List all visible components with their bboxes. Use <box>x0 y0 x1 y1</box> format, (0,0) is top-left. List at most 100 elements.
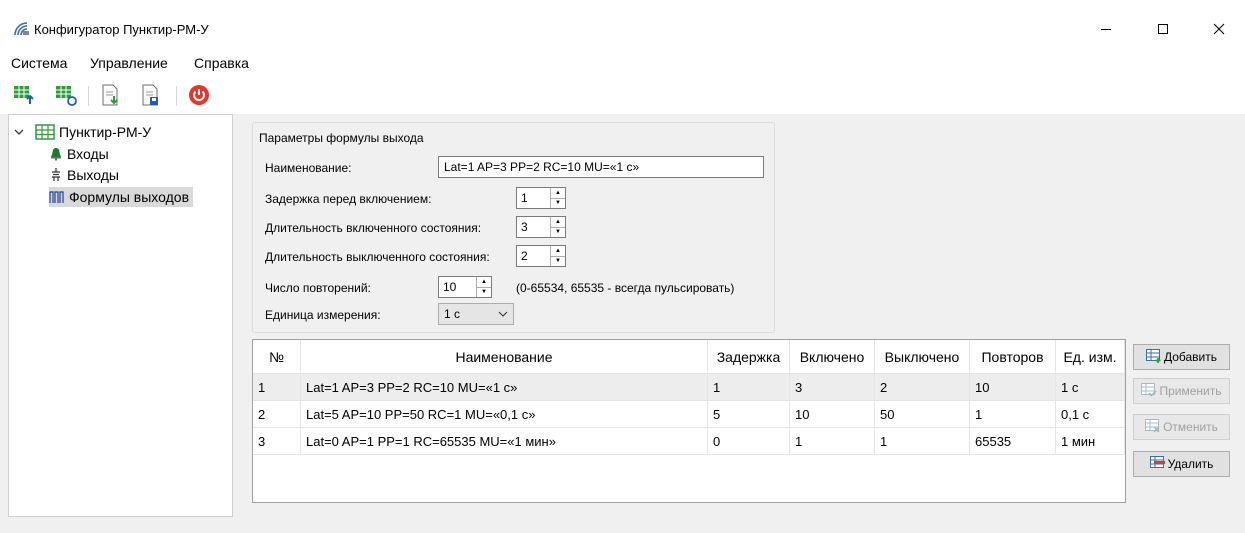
minimize-button[interactable] <box>1083 12 1129 46</box>
apply-button-label: Применить <box>1159 384 1222 398</box>
off-duration-label: Длительность выключенного состояния: <box>265 250 490 264</box>
column-header[interactable]: Ед. изм. <box>1056 340 1125 374</box>
spin-up-icon[interactable]: ▲ <box>477 277 491 287</box>
repeat-value: 10 <box>443 280 457 294</box>
spin-up-icon[interactable]: ▲ <box>551 246 565 256</box>
table-cell[interactable]: 10 <box>970 374 1056 401</box>
name-input[interactable]: Lat=1 AP=3 PP=2 RC=10 MU=«1 с» <box>438 156 764 178</box>
table-cell[interactable]: 65535 <box>970 428 1056 455</box>
power-button[interactable] <box>187 83 211 107</box>
apply-row-icon <box>1141 382 1158 400</box>
delay-label: Задержка перед включением: <box>265 192 432 206</box>
upload-device-button[interactable] <box>12 83 36 107</box>
formulas-table: № Наименование Задержка Включено Выключе… <box>252 339 1126 503</box>
read-device-icon <box>56 86 77 106</box>
spin-up-icon[interactable]: ▲ <box>551 217 565 227</box>
group-title: Параметры формулы выхода <box>259 131 424 145</box>
relay-output-icon <box>49 168 63 182</box>
add-button[interactable]: Добавить <box>1133 344 1230 370</box>
window-title: Конфигуратор Пунктир-РМ-У <box>34 22 209 37</box>
toolbar-separator <box>176 86 177 106</box>
menu-system[interactable]: Система <box>11 55 67 71</box>
unit-select[interactable]: 1 с <box>438 303 514 325</box>
table-cell[interactable]: 3 <box>790 374 875 401</box>
off-duration-value: 2 <box>521 249 528 263</box>
title-bar: Конфигуратор Пунктир-РМ-У <box>0 0 1245 48</box>
apply-button[interactable]: Применить <box>1133 378 1230 404</box>
close-icon <box>1213 23 1225 35</box>
table-cell[interactable]: 0 <box>708 428 790 455</box>
menu-help[interactable]: Справка <box>194 55 249 71</box>
table-cell[interactable]: Lat=1 AP=3 PP=2 RC=10 MU=«1 с» <box>301 374 708 401</box>
repeat-spinbox[interactable]: 10 ▲ ▼ <box>438 276 492 298</box>
column-header[interactable]: Повторов <box>970 340 1056 374</box>
table-cell[interactable]: 5 <box>708 401 790 428</box>
table-cell[interactable]: Lat=0 AP=1 PP=1 RC=65535 MU=«1 мин» <box>301 428 708 455</box>
maximize-button[interactable] <box>1140 12 1186 46</box>
bell-icon <box>49 147 63 161</box>
table-cell[interactable]: 3 <box>253 428 301 455</box>
close-button[interactable] <box>1196 12 1242 46</box>
column-header[interactable]: № <box>253 340 301 374</box>
toolbar <box>0 78 1245 114</box>
save-file-button[interactable] <box>138 83 162 107</box>
device-tree: Пунктир-РМ-У Входы Выходы Формулы выходо… <box>8 114 233 517</box>
delete-button-label: Удалить <box>1167 457 1214 471</box>
on-duration-label: Длительность включенного состояния: <box>265 221 482 235</box>
table-cell[interactable]: 50 <box>875 401 970 428</box>
delete-button[interactable]: Удалить <box>1133 451 1230 477</box>
table-cell[interactable]: 1 с <box>1056 374 1125 401</box>
table-cell[interactable]: 10 <box>790 401 875 428</box>
read-device-button[interactable] <box>54 83 78 107</box>
cancel-button-label: Отменить <box>1163 420 1218 434</box>
spin-down-icon[interactable]: ▼ <box>551 226 565 238</box>
cancel-button[interactable]: Отменить <box>1133 414 1230 440</box>
spin-up-icon[interactable]: ▲ <box>551 188 565 198</box>
repeat-hint: (0-65534, 65535 - всегда пульсировать) <box>516 281 735 295</box>
table-cell[interactable]: 1 <box>970 401 1056 428</box>
column-header[interactable]: Выключено <box>875 340 970 374</box>
delay-value: 1 <box>521 191 528 205</box>
table-cell[interactable]: 1 мин <box>1056 428 1125 455</box>
off-duration-spinbox[interactable]: 2 ▲ ▼ <box>516 245 566 267</box>
table-cell[interactable]: 2 <box>875 374 970 401</box>
tree-item-label: Входы <box>67 146 109 162</box>
on-duration-spinbox[interactable]: 3 ▲ ▼ <box>516 216 566 238</box>
tree-item-outputs[interactable]: Выходы <box>49 165 119 185</box>
name-label: Наименование: <box>265 161 352 175</box>
spin-down-icon[interactable]: ▼ <box>551 255 565 267</box>
table-cell[interactable]: 1 <box>253 374 301 401</box>
maximize-icon <box>1158 24 1168 34</box>
table-cell[interactable]: Lat=5 AP=10 PP=50 RC=1 MU=«0,1 с» <box>301 401 708 428</box>
repeat-label: Число повторений: <box>265 281 371 295</box>
tree-item-inputs[interactable]: Входы <box>49 144 109 164</box>
menu-bar: Система Управление Справка <box>0 48 1245 78</box>
tree-item-label: Выходы <box>67 167 119 183</box>
spin-down-icon[interactable]: ▼ <box>477 286 491 298</box>
table-cell[interactable]: 2 <box>253 401 301 428</box>
unit-value: 1 с <box>444 307 461 321</box>
spin-down-icon[interactable]: ▼ <box>551 197 565 209</box>
upload-device-icon <box>14 86 34 104</box>
import-file-button[interactable] <box>98 83 122 107</box>
tree-root[interactable]: Пунктир-РМ-У <box>13 122 151 142</box>
power-icon <box>189 85 209 105</box>
table-cell[interactable]: 0,1 с <box>1056 401 1125 428</box>
menu-control[interactable]: Управление <box>90 55 168 71</box>
on-duration-value: 3 <box>521 220 528 234</box>
table-cell[interactable]: 1 <box>790 428 875 455</box>
table-cell[interactable]: 1 <box>875 428 970 455</box>
minimize-icon <box>1101 29 1111 30</box>
table-cell[interactable]: 1 <box>708 374 790 401</box>
chevron-down-icon[interactable] <box>13 126 25 138</box>
delay-spinbox[interactable]: 1 ▲ ▼ <box>516 187 566 209</box>
save-file-icon <box>142 84 158 106</box>
column-header[interactable]: Задержка <box>708 340 790 374</box>
column-header[interactable]: Включено <box>790 340 875 374</box>
device-grid-icon <box>35 124 55 140</box>
column-header[interactable]: Наименование <box>301 340 708 374</box>
tree-item-formulas[interactable]: Формулы выходов <box>49 187 194 207</box>
cancel-row-icon <box>1145 418 1161 436</box>
tree-item-label: Формулы выходов <box>69 189 190 205</box>
app-logo-icon <box>14 22 30 36</box>
